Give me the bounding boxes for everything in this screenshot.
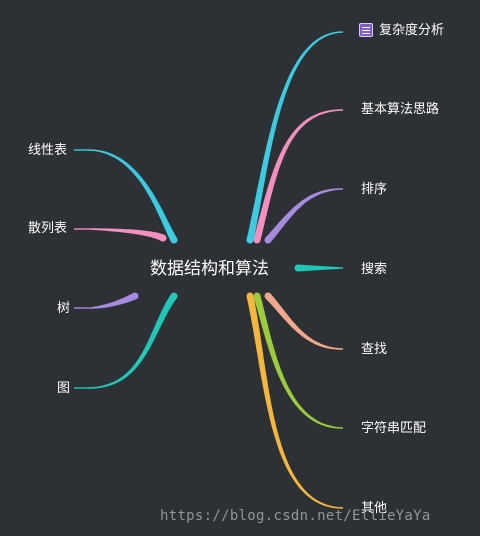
link-left-2 <box>90 292 137 309</box>
link-left-3 <box>88 294 177 389</box>
link-right-root-5 <box>253 292 261 300</box>
link-right-root-4 <box>264 292 272 300</box>
link-right-root-6 <box>246 292 254 300</box>
link-right-2 <box>265 188 343 243</box>
branch-linear-list[interactable]: 线性表 <box>28 143 67 159</box>
link-left-1 <box>90 228 165 242</box>
link-left-root-0 <box>170 236 178 244</box>
branch-string-matching[interactable]: 字符串匹配 <box>361 421 426 437</box>
link-left-root-3 <box>170 292 178 300</box>
central-topic[interactable]: 数据结构和算法 <box>150 258 286 280</box>
branch-hash-table[interactable]: 散列表 <box>28 221 67 237</box>
link-right-5 <box>253 295 343 429</box>
link-right-root-2 <box>264 236 272 244</box>
branch-basic-algorithm-ideas[interactable]: 基本算法思路 <box>361 102 439 118</box>
watermark-url: https://blog.csdn.net/EllieYaYa <box>160 508 431 524</box>
link-right-3 <box>298 264 343 272</box>
link-left-0 <box>88 149 178 242</box>
link-right-4 <box>265 293 343 350</box>
note-icon <box>359 23 373 37</box>
branch-sorting[interactable]: 排序 <box>361 182 387 198</box>
link-left-root-2 <box>131 292 139 300</box>
link-right-1 <box>253 109 343 241</box>
mind-map: 数据结构和算法 线性表 散列表 树 图 复杂度分析 基本算法思路 排序 搜索 查… <box>0 0 480 536</box>
link-right-root-0 <box>246 236 254 244</box>
link-right-root-1 <box>253 236 261 244</box>
branch-graph[interactable]: 图 <box>57 381 70 397</box>
branch-search[interactable]: 搜索 <box>361 262 387 278</box>
link-right-root-3 <box>294 264 302 272</box>
link-left-root-1 <box>159 234 167 242</box>
branch-complexity-analysis[interactable]: 复杂度分析 <box>379 23 444 39</box>
branch-tree[interactable]: 树 <box>57 301 70 317</box>
branch-lookup[interactable]: 查找 <box>361 342 387 358</box>
